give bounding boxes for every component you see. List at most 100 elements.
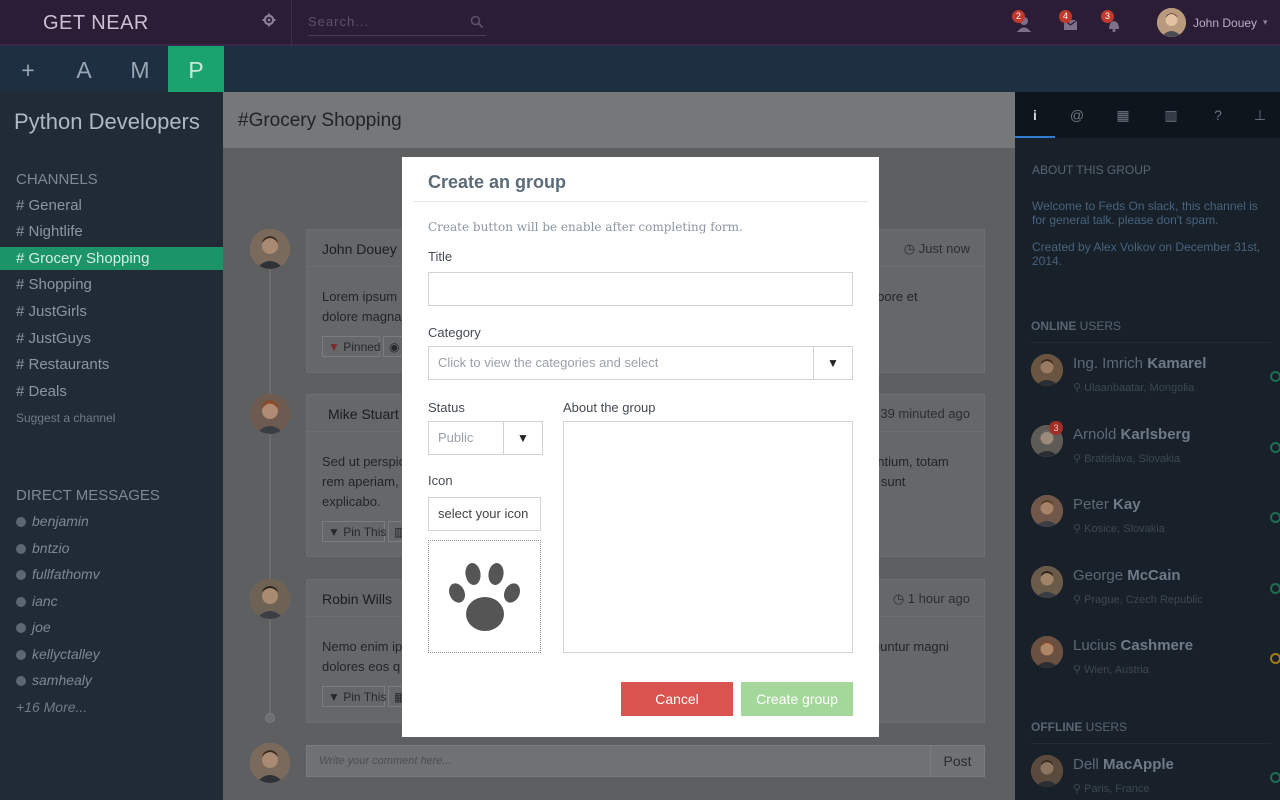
icon-select-field[interactable]: select your icon	[428, 497, 541, 531]
at-icon: @	[1069, 107, 1085, 123]
sidebar-item-grocery-shopping[interactable]: # Grocery Shopping	[0, 247, 223, 270]
create-group-button[interactable]: Create group	[741, 682, 853, 716]
notification-badge: 3	[1101, 10, 1114, 23]
first-name: George	[1073, 567, 1128, 584]
sidebar-item-deals[interactable]: # Deals	[0, 380, 223, 403]
heading-rest: USERS	[1076, 319, 1122, 333]
paw-icon	[448, 563, 521, 631]
avatar	[250, 743, 290, 783]
pin-icon: ▼	[328, 525, 340, 539]
dm-item[interactable]: ianc	[16, 593, 58, 613]
dm-item[interactable]: samhealy	[16, 672, 92, 692]
dm-name: bntzio	[32, 540, 70, 556]
status-dot	[16, 517, 26, 527]
user-location: ⚲ Wien, Austria	[1073, 663, 1149, 676]
caret-down-icon[interactable]: ▼	[813, 347, 852, 379]
pin-button[interactable]: ▼ Pinned	[322, 336, 381, 357]
search-input[interactable]: Search...	[308, 11, 486, 36]
dm-item[interactable]: benjamin	[16, 513, 89, 533]
dm-item[interactable]: bntzio	[16, 540, 69, 560]
about-textarea[interactable]	[563, 421, 853, 653]
sidebar-item-restaurants[interactable]: # Restaurants	[0, 353, 223, 376]
sidebar-item-nightlife[interactable]: # Nightlife	[0, 220, 223, 243]
sidebar-item-justguys[interactable]: # JustGuys	[0, 327, 223, 350]
divider	[413, 201, 868, 202]
pin-button[interactable]: ▼ Pin This	[322, 521, 386, 542]
add-app-button[interactable]: +	[0, 46, 56, 92]
comment-input[interactable]: Write your comment here... Post	[306, 745, 985, 777]
post-time-text: Just now	[918, 241, 970, 256]
location-text: Ulaanbaatar, Mongolia	[1084, 382, 1195, 394]
about-heading: ABOUT THIS GROUP	[1032, 163, 1151, 177]
sidebar-item-general[interactable]: # General	[0, 194, 223, 217]
alerts-button[interactable]: 3	[1101, 10, 1123, 34]
post-author[interactable]: Mike Stuart	[328, 406, 399, 422]
clock-icon: ◷	[903, 241, 919, 256]
direct-messages-heading: DIRECT MESSAGES	[16, 487, 160, 504]
pin-icon: ▼	[328, 690, 340, 704]
user-row[interactable]: Lucius Cashmere ⚲ Wien, Austria	[1031, 636, 1280, 686]
app-m-button[interactable]: M	[112, 46, 168, 92]
app-p-button[interactable]: P	[168, 46, 224, 92]
app-switcher-bar: + A M P	[0, 46, 1280, 92]
heading-bold: OFFLINE	[1031, 720, 1083, 734]
user-row[interactable]: 3 Arnold Karlsberg ⚲ Bratislava, Slovaki…	[1031, 421, 1280, 475]
messages-button[interactable]: 4	[1059, 10, 1081, 34]
dm-item[interactable]: kellyctalley	[16, 646, 100, 666]
post-author[interactable]: John Douey	[322, 241, 397, 257]
user-row[interactable]: Dell MacApple ⚲ Paris, France	[1031, 755, 1280, 800]
search-icon[interactable]	[470, 15, 484, 34]
post-time: ◷ Just now	[904, 241, 970, 257]
suggest-channel-link[interactable]: Suggest a channel	[16, 411, 115, 425]
brand-logo[interactable]: GET NEAR	[43, 12, 149, 35]
tab-pinned[interactable]: ⊥	[1240, 92, 1280, 138]
post-button[interactable]: Post	[930, 746, 984, 776]
category-label: Category	[428, 325, 481, 340]
notification-badge: 3	[1049, 421, 1063, 435]
app-a-button[interactable]: A	[56, 46, 112, 92]
cancel-button[interactable]: Cancel	[621, 682, 733, 716]
friend-requests-button[interactable]: 2	[1012, 10, 1034, 34]
user-location: ⚲ Paris, France	[1073, 782, 1150, 795]
chevron-down-icon[interactable]: ▾	[1263, 17, 1268, 28]
tab-mentions[interactable]: @	[1057, 92, 1097, 138]
tab-help[interactable]: ?	[1198, 92, 1238, 138]
icon-preview[interactable]	[428, 540, 541, 653]
about-label: About the group	[563, 400, 656, 415]
dm-name: kellyctalley	[32, 646, 100, 662]
pin-button[interactable]: ▼ Pin This	[322, 686, 386, 707]
user-row[interactable]: George McCain ⚲ Prague, Czech Republic	[1031, 566, 1280, 616]
user-row[interactable]: Peter Kay ⚲ Kosice, Slovakia	[1031, 495, 1280, 545]
sidebar-item-justgirls[interactable]: # JustGirls	[0, 300, 223, 323]
dm-item[interactable]: fullfathomv	[16, 566, 100, 586]
user-row[interactable]: Ing. Imrich Kamarel ⚲ Ulaanbaatar, Mongo…	[1031, 354, 1280, 404]
avatar[interactable]	[250, 229, 290, 269]
team-name[interactable]: Python Developers	[14, 109, 200, 135]
category-select[interactable]: Click to view the categories and select …	[428, 346, 853, 380]
avatar[interactable]	[250, 579, 290, 619]
more-dms-link[interactable]: +16 More...	[16, 699, 87, 715]
avatar[interactable]	[250, 394, 290, 434]
status-select[interactable]: Public ▼	[428, 421, 543, 455]
last-name: Cashmere	[1120, 637, 1194, 654]
status-dot	[16, 623, 26, 633]
post-author[interactable]: Robin Wills	[322, 591, 392, 607]
tab-info[interactable]: i	[1015, 92, 1055, 138]
top-bar: GET NEAR Search... 2 4 3 John Douey ▾	[0, 0, 1280, 46]
page-title: #Grocery Shopping	[238, 110, 402, 131]
status-dot	[16, 544, 26, 554]
tab-stats[interactable]: ▥	[1151, 92, 1191, 138]
title-field[interactable]	[428, 272, 853, 306]
map-marker-icon: ⚲	[1073, 382, 1082, 394]
caret-down-icon[interactable]: ▼	[503, 422, 542, 454]
last-name: Kay	[1113, 496, 1141, 513]
gear-icon[interactable]	[262, 13, 280, 31]
status-value: Public	[438, 430, 474, 445]
clock-icon: ◷	[892, 591, 908, 606]
tab-calendar[interactable]: ▦	[1103, 92, 1143, 138]
avatar	[1031, 354, 1063, 386]
dm-item[interactable]: joe	[16, 619, 51, 639]
user-location: ⚲ Ulaanbaatar, Mongolia	[1073, 381, 1194, 394]
sidebar-item-shopping[interactable]: # Shopping	[0, 273, 223, 296]
location-text: Kosice, Slovakia	[1084, 523, 1165, 535]
